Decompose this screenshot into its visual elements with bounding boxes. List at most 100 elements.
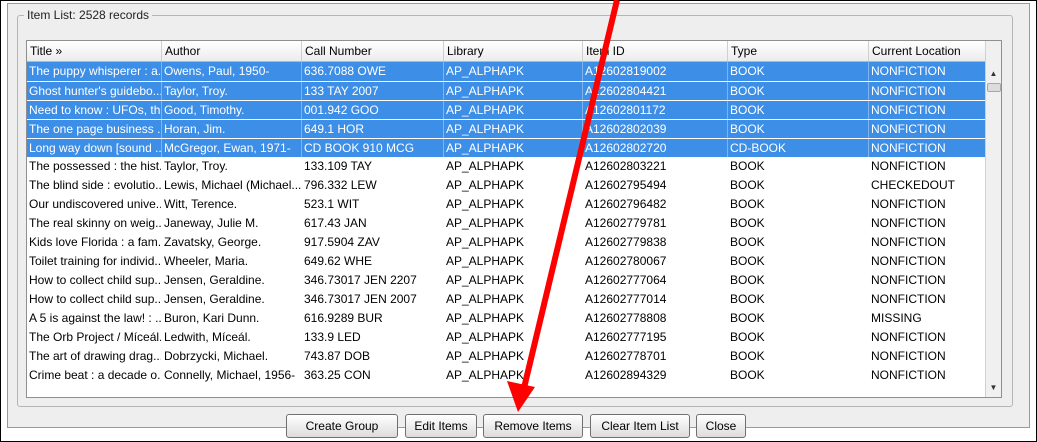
- clear-item-list-button[interactable]: Clear Item List: [590, 414, 690, 438]
- table-row[interactable]: The real skinny on weig... Janeway, Julie…: [27, 214, 986, 233]
- cell-current-location: NONFICTION: [871, 159, 946, 173]
- table-row[interactable]: The puppy whisperer : a... Owens, Paul, 1…: [27, 62, 986, 81]
- item-table[interactable]: Title » Author Call Number Library Item …: [26, 40, 1002, 398]
- cell-type: BOOK: [728, 82, 869, 100]
- table-row[interactable]: Need to know : UFOs, th... Good, Timothy.…: [27, 100, 986, 119]
- cell-library: AP_ALPHAPK: [446, 311, 525, 325]
- cell-current-location: NONFICTION: [871, 330, 946, 344]
- cell-library: AP_ALPHAPK: [444, 62, 583, 81]
- edit-items-button[interactable]: Edit Items: [405, 414, 477, 438]
- cell-library: AP_ALPHAPK: [446, 273, 525, 287]
- table-row[interactable]: The art of drawing drag... Dobrzycki, Mic…: [27, 347, 986, 366]
- cell-item-id: A12602779781: [585, 216, 667, 230]
- cell-title: How to collect child sup...: [29, 292, 162, 306]
- cell-author: Good, Timothy.: [162, 101, 302, 119]
- cell-type: BOOK: [730, 197, 765, 211]
- cell-title: Kids love Florida : a fam...: [29, 235, 162, 249]
- table-row[interactable]: The one page business ... Horan, Jim. 649.…: [27, 119, 986, 138]
- column-header-item-id[interactable]: Item ID: [583, 41, 728, 61]
- vertical-scrollbar[interactable]: ▲ ▼: [985, 41, 1001, 397]
- cell-author: Owens, Paul, 1950-: [162, 62, 302, 81]
- cell-title: A 5 is against the law! : ...: [29, 311, 162, 325]
- cell-title: Toilet training for individ...: [29, 254, 162, 268]
- cell-item-id: A12602802039: [583, 120, 728, 138]
- remove-items-button[interactable]: Remove Items: [483, 414, 583, 438]
- cell-title: Our undiscovered unive...: [29, 197, 162, 211]
- create-group-button[interactable]: Create Group: [286, 414, 398, 438]
- cell-title: The real skinny on weig...: [29, 216, 162, 230]
- cell-item-id: A12602795494: [585, 178, 667, 192]
- cell-author: Dobrzycki, Michael.: [164, 349, 269, 363]
- cell-author: Janeway, Julie M.: [164, 216, 259, 230]
- table-row[interactable]: Our undiscovered unive... Witt, Terence. 5…: [27, 195, 986, 214]
- column-header-current-location[interactable]: Current Location: [869, 41, 986, 61]
- cell-call-number: 649.62 WHE: [304, 254, 373, 268]
- cell-call-number: 649.1 HOR: [302, 120, 444, 138]
- table-body: The puppy whisperer : a... Owens, Paul, 1…: [27, 62, 986, 385]
- cell-title: The Orb Project / Míceál...: [29, 330, 162, 344]
- scroll-up-arrow-icon[interactable]: ▲: [986, 66, 1001, 81]
- table-row[interactable]: The blind side : evolutio... Lewis, Micha…: [27, 176, 986, 195]
- cell-library: AP_ALPHAPK: [444, 82, 583, 100]
- column-header-type[interactable]: Type: [728, 41, 869, 61]
- table-header: Title » Author Call Number Library Item …: [27, 41, 986, 62]
- cell-type: BOOK: [730, 235, 765, 249]
- close-button[interactable]: Close: [696, 414, 746, 438]
- table-row[interactable]: Ghost hunter's guidebo... Taylor, Troy. 13…: [27, 81, 986, 100]
- cell-library: AP_ALPHAPK: [444, 139, 583, 157]
- table-row[interactable]: How to collect child sup... Jensen, Geral…: [27, 290, 986, 309]
- cell-author: Jensen, Geraldine.: [164, 273, 265, 287]
- cell-title: Need to know : UFOs, th...: [29, 101, 162, 119]
- cell-call-number: 636.7088 OWE: [302, 62, 444, 81]
- scroll-down-arrow-icon[interactable]: ▼: [986, 380, 1001, 395]
- cell-type: BOOK: [730, 349, 765, 363]
- cell-title: The art of drawing drag...: [29, 349, 162, 363]
- table-row[interactable]: Kids love Florida : a fam... Zavatsky, Ge…: [27, 233, 986, 252]
- table-row[interactable]: Crime beat : a decade o... Connelly, Mich…: [27, 366, 986, 385]
- cell-library: AP_ALPHAPK: [446, 216, 525, 230]
- table-row[interactable]: The Orb Project / Míceál... Ledwith, Míce…: [27, 328, 986, 347]
- cell-type: BOOK: [728, 62, 869, 81]
- cell-author: Horan, Jim.: [162, 120, 302, 138]
- cell-title: Crime beat : a decade o...: [29, 368, 162, 382]
- table-row[interactable]: A 5 is against the law! : ... Buron, Kari…: [27, 309, 986, 328]
- cell-type: BOOK: [730, 159, 765, 173]
- cell-current-location: CHECKEDOUT: [871, 178, 956, 192]
- column-header-call-number[interactable]: Call Number: [302, 41, 444, 61]
- cell-item-id: A12602804421: [583, 82, 728, 100]
- cell-current-location: NONFICTION: [871, 216, 946, 230]
- cell-item-id: A12602894329: [585, 368, 667, 382]
- cell-author: Jensen, Geraldine.: [164, 292, 265, 306]
- table-row[interactable]: Long way down [sound ... McGregor, Ewan, …: [27, 138, 986, 157]
- cell-current-location: NONFICTION: [871, 368, 946, 382]
- cell-item-id: A12602777195: [585, 330, 667, 344]
- cell-current-location: NONFICTION: [871, 273, 946, 287]
- cell-library: AP_ALPHAPK: [446, 368, 525, 382]
- table-row[interactable]: How to collect child sup... Jensen, Geral…: [27, 271, 986, 290]
- cell-library: AP_ALPHAPK: [446, 292, 525, 306]
- cell-item-id: A12602803221: [585, 159, 667, 173]
- column-header-author[interactable]: Author: [162, 41, 302, 61]
- cell-title: Long way down [sound ...: [29, 139, 162, 157]
- cell-item-id: A12602777064: [585, 273, 667, 287]
- cell-author: Wheeler, Maria.: [164, 254, 249, 268]
- column-header-title[interactable]: Title »: [27, 41, 162, 61]
- item-list-title: Item List: 2528 records: [27, 8, 150, 22]
- cell-title: The possessed : the hist...: [29, 159, 162, 173]
- cell-library: AP_ALPHAPK: [446, 197, 525, 211]
- scrollbar-thumb[interactable]: [987, 83, 1001, 92]
- cell-call-number: CD BOOK 910 MCG: [302, 139, 444, 157]
- cell-type: BOOK: [730, 311, 765, 325]
- cell-item-id: A12602778808: [585, 311, 667, 325]
- table-row[interactable]: Toilet training for individ... Wheeler, M…: [27, 252, 986, 271]
- cell-library: AP_ALPHAPK: [446, 254, 525, 268]
- cell-current-location: NONFICTION: [869, 82, 986, 100]
- cell-item-id: A12602801172: [583, 101, 728, 119]
- cell-call-number: 346.73017 JEN 2007: [304, 292, 417, 306]
- table-row[interactable]: The possessed : the hist... Taylor, Troy.…: [27, 157, 986, 176]
- cell-call-number: 523.1 WIT: [304, 197, 360, 211]
- cell-type: BOOK: [728, 101, 869, 119]
- cell-call-number: 133 TAY 2007: [302, 82, 444, 100]
- column-header-library[interactable]: Library: [444, 41, 583, 61]
- cell-type: CD-BOOK: [728, 139, 869, 157]
